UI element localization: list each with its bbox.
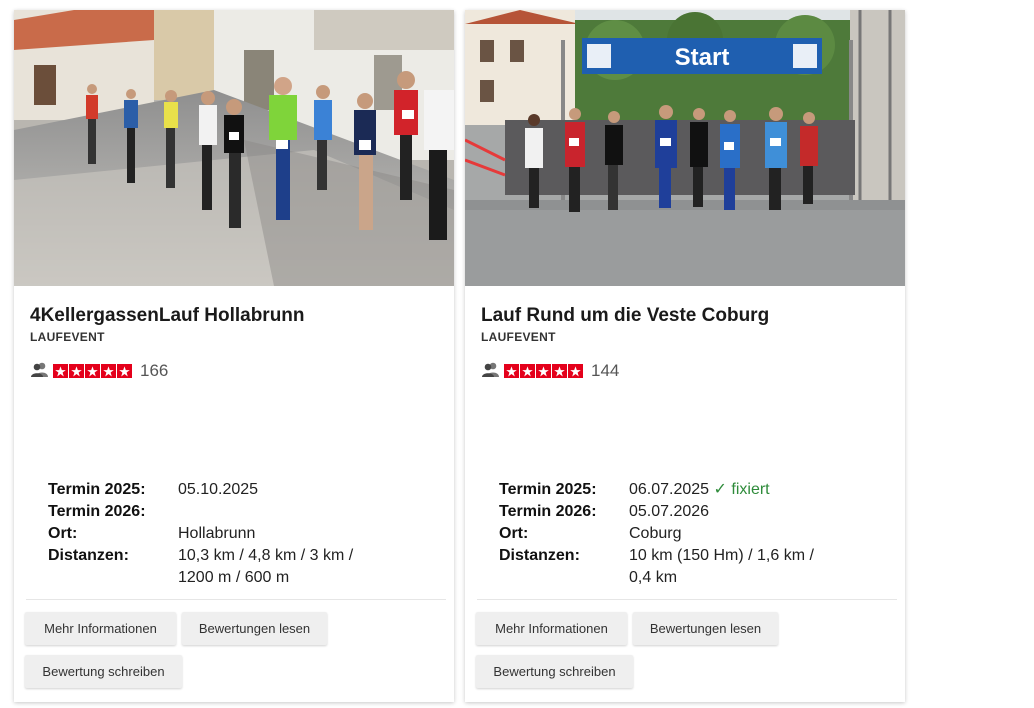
star-icon <box>552 364 567 378</box>
star-icon <box>504 364 519 378</box>
read-reviews-button[interactable]: Bewertungen lesen <box>182 612 327 645</box>
event-photo[interactable] <box>14 10 454 286</box>
event-category: LAUFEVENT <box>481 330 556 344</box>
rating-row: 166 <box>30 361 168 381</box>
more-info-button[interactable]: Mehr Informationen <box>476 612 627 645</box>
event-card: Start Lauf Rund um die Veste Coburg LAUF… <box>465 10 905 702</box>
distanzen-value: 10,3 km / 4,8 km / 3 km / 1200 m / 600 m <box>178 547 354 586</box>
ort-label: Ort: <box>499 525 529 542</box>
termin-2025-label: Termin 2025: <box>48 481 146 498</box>
event-title[interactable]: Lauf Rund um die Veste Coburg <box>481 305 769 327</box>
divider <box>477 599 897 600</box>
star-icon <box>536 364 551 378</box>
star-icon <box>568 364 583 378</box>
write-review-button[interactable]: Bewertung schreiben <box>476 655 633 688</box>
distanzen-label: Distanzen: <box>499 547 580 564</box>
fixed-status: ✓ fixiert <box>713 481 770 498</box>
termin-2026-row: Termin 2026: <box>48 501 438 523</box>
ort-row: Ort: Coburg <box>499 523 889 545</box>
start-banner-text: Start <box>675 44 730 71</box>
rating-row: 144 <box>481 361 619 381</box>
termin-2025-row: Termin 2025: 06.07.2025 ✓ fixiert <box>499 479 889 501</box>
termin-2026-label: Termin 2026: <box>48 503 146 520</box>
ort-value: Hollabrunn <box>178 525 256 542</box>
event-details: Termin 2025: 06.07.2025 ✓ fixiert Termin… <box>499 479 889 589</box>
write-review-button[interactable]: Bewertung schreiben <box>25 655 182 688</box>
users-icon <box>481 361 504 382</box>
star-icon <box>520 364 535 378</box>
star-icon <box>101 364 116 378</box>
star-rating <box>53 364 132 378</box>
star-icon <box>85 364 100 378</box>
event-card: 4KellergassenLauf Hollabrunn LAUFEVENT 1… <box>14 10 454 702</box>
star-icon <box>117 364 132 378</box>
rating-count: 144 <box>591 361 620 380</box>
termin-2026-label: Termin 2026: <box>499 503 597 520</box>
divider <box>26 599 446 600</box>
distanzen-value: 10 km (150 Hm) / 1,6 km / 0,4 km <box>629 547 814 586</box>
star-icon <box>69 364 84 378</box>
termin-2025-row: Termin 2025: 05.10.2025 <box>48 479 438 501</box>
rating-count: 166 <box>140 361 169 380</box>
distanzen-row: Distanzen: 10 km (150 Hm) / 1,6 km / 0,4… <box>499 545 889 589</box>
distanzen-label: Distanzen: <box>48 547 129 564</box>
users-icon <box>30 361 53 382</box>
ort-label: Ort: <box>48 525 78 542</box>
read-reviews-button[interactable]: Bewertungen lesen <box>633 612 778 645</box>
event-photo[interactable]: Start <box>465 10 905 286</box>
event-details: Termin 2025: 05.10.2025 Termin 2026: Ort… <box>48 479 438 589</box>
distanzen-row: Distanzen: 10,3 km / 4,8 km / 3 km / 120… <box>48 545 438 589</box>
termin-2025-value: 06.07.2025 <box>629 481 710 498</box>
ort-row: Ort: Hollabrunn <box>48 523 438 545</box>
event-category: LAUFEVENT <box>30 330 105 344</box>
termin-2026-value: 05.07.2026 <box>629 503 710 520</box>
star-rating <box>504 364 583 378</box>
ort-value: Coburg <box>629 525 682 542</box>
termin-2025-value: 05.10.2025 <box>178 481 259 498</box>
termin-2026-value <box>178 501 383 523</box>
star-icon <box>53 364 68 378</box>
event-title[interactable]: 4KellergassenLauf Hollabrunn <box>30 305 305 327</box>
more-info-button[interactable]: Mehr Informationen <box>25 612 176 645</box>
termin-2025-label: Termin 2025: <box>499 481 597 498</box>
termin-2026-row: Termin 2026: 05.07.2026 <box>499 501 889 523</box>
